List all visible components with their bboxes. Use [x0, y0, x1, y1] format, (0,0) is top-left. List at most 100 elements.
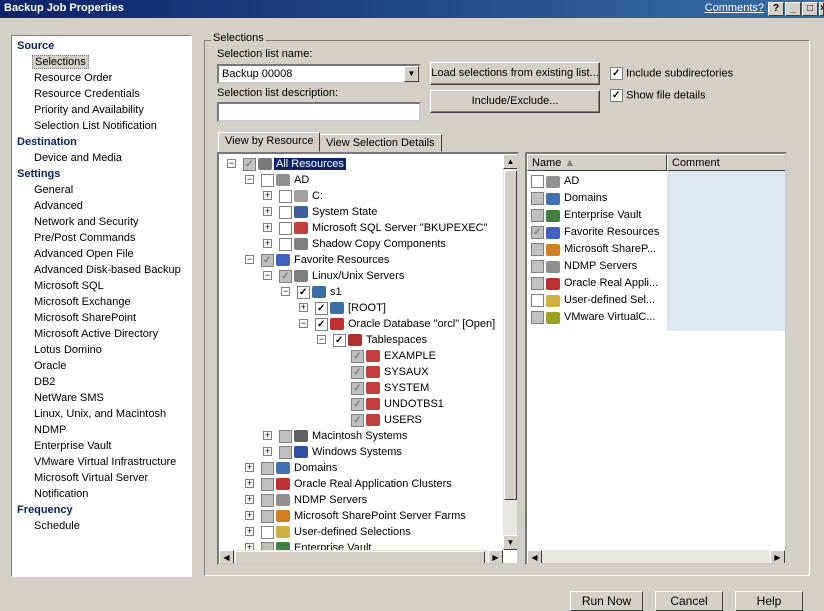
nav-item[interactable]: Resource Order — [12, 70, 191, 86]
tree-expand-icon[interactable]: + — [299, 303, 308, 312]
nav-item[interactable]: Microsoft SQL — [12, 278, 191, 294]
tree-node-checkbox[interactable] — [315, 301, 328, 315]
help-title-button[interactable]: ? — [768, 2, 784, 16]
tree-node[interactable]: UNDOTBS1 — [335, 396, 446, 412]
show-file-details-checkbox[interactable] — [610, 89, 623, 102]
tree-expand-icon[interactable]: + — [245, 479, 254, 488]
tree-node-checkbox[interactable] — [261, 253, 274, 267]
resource-list[interactable]: Name ▲ Comment AD Domains Enterprise Vault… — [525, 152, 787, 565]
tree-collapse-icon[interactable]: − — [317, 335, 326, 344]
nav-item[interactable]: Network and Security — [12, 214, 191, 230]
nav-item[interactable]: Priority and Availability — [12, 102, 191, 118]
list-row-checkbox[interactable] — [531, 192, 544, 205]
list-row[interactable]: Favorite Resources — [531, 224, 771, 241]
list-row[interactable]: Microsoft ShareP... — [531, 241, 771, 258]
list-description-input[interactable] — [217, 102, 421, 122]
nav-item[interactable]: General — [12, 182, 191, 198]
resource-tree[interactable]: − All Resources − AD + C: + System State + Micros… — [217, 152, 519, 565]
tree-node[interactable]: + NDMP Servers — [245, 492, 369, 508]
list-row-checkbox[interactable] — [531, 209, 544, 222]
tree-node[interactable]: − All Resources — [227, 156, 346, 172]
tree-node-checkbox[interactable] — [279, 237, 292, 251]
list-row[interactable]: Oracle Real Appli... — [531, 275, 771, 292]
list-name-combobox[interactable]: Backup 00008 — [217, 64, 421, 84]
tree-node[interactable]: + Microsoft SharePoint Server Farms — [245, 508, 468, 524]
help-button[interactable]: Help — [735, 591, 803, 611]
tree-node-checkbox[interactable] — [279, 269, 292, 283]
tree-node-checkbox[interactable] — [279, 429, 292, 443]
list-row[interactable]: VMware VirtualC... — [531, 309, 771, 326]
tree-node[interactable]: + Shadow Copy Components — [263, 236, 448, 252]
nav-item[interactable]: Advanced Disk-based Backup — [12, 262, 191, 278]
tree-node-checkbox[interactable] — [279, 445, 292, 459]
list-scroll-left-icon[interactable]: ◀ — [527, 550, 542, 563]
list-row-checkbox[interactable] — [531, 243, 544, 256]
tree-node-checkbox[interactable] — [279, 221, 292, 235]
tree-collapse-icon[interactable]: − — [227, 159, 236, 168]
tree-node-checkbox[interactable] — [315, 317, 328, 331]
tree-collapse-icon[interactable]: − — [245, 255, 254, 264]
tree-expand-icon[interactable]: + — [263, 431, 272, 440]
tree-expand-icon[interactable]: + — [263, 207, 272, 216]
tree-expand-icon[interactable]: + — [245, 511, 254, 520]
tree-node-checkbox[interactable] — [351, 397, 364, 411]
dropdown-arrow-icon[interactable]: ▼ — [404, 66, 419, 82]
tree-expand-icon[interactable]: + — [245, 463, 254, 472]
nav-item[interactable]: Microsoft Active Directory — [12, 326, 191, 342]
scroll-left-icon[interactable]: ◀ — [219, 550, 234, 563]
tree-node[interactable]: + [ROOT] — [299, 300, 388, 316]
scroll-down-icon[interactable]: ▼ — [503, 535, 517, 550]
run-now-button[interactable]: Run Now — [570, 591, 643, 611]
tree-node[interactable]: USERS — [335, 412, 424, 428]
tree-node-checkbox[interactable] — [279, 205, 292, 219]
tree-node-checkbox[interactable] — [261, 477, 274, 491]
column-header-comment[interactable]: Comment — [667, 154, 785, 171]
list-horizontal-scrollbar[interactable] — [527, 550, 785, 563]
tab-view-by-resource[interactable]: View by Resource — [218, 132, 321, 152]
tree-node[interactable]: SYSTEM — [335, 380, 431, 396]
tree-node[interactable]: − s1 — [281, 284, 344, 300]
include-exclude-button[interactable]: Include/Exclude... — [430, 90, 600, 113]
tree-collapse-icon[interactable]: − — [263, 271, 272, 280]
tree-expand-icon[interactable]: + — [263, 191, 272, 200]
list-row-checkbox[interactable] — [531, 260, 544, 273]
nav-item[interactable]: Advanced — [12, 198, 191, 214]
tree-expand-icon[interactable]: + — [263, 239, 272, 248]
nav-item[interactable]: Advanced Open File — [12, 246, 191, 262]
nav-item[interactable]: NDMP — [12, 422, 191, 438]
tree-expand-icon[interactable]: + — [263, 447, 272, 456]
nav-item[interactable]: Lotus Domino — [12, 342, 191, 358]
list-row-checkbox[interactable] — [531, 294, 544, 307]
tree-node[interactable]: − Favorite Resources — [245, 252, 391, 268]
nav-item[interactable]: VMware Virtual Infrastructure — [12, 454, 191, 470]
tree-node[interactable]: + Domains — [245, 460, 339, 476]
tree-expand-icon[interactable]: + — [263, 223, 272, 232]
tree-collapse-icon[interactable]: − — [299, 319, 308, 328]
comments-link[interactable]: Comments? — [705, 2, 764, 14]
scroll-up-icon[interactable]: ▲ — [503, 154, 517, 169]
nav-item[interactable]: Selections — [12, 54, 191, 70]
tree-node[interactable]: EXAMPLE — [335, 348, 438, 364]
tree-node-checkbox[interactable] — [279, 189, 292, 203]
tree-node[interactable]: + Oracle Real Application Clusters — [245, 476, 454, 492]
scroll-right-icon[interactable]: ▶ — [488, 550, 503, 563]
tree-node-checkbox[interactable] — [261, 173, 274, 187]
nav-item[interactable]: Schedule — [12, 518, 191, 534]
tree-collapse-icon[interactable]: − — [281, 287, 290, 296]
tree-node[interactable]: − Oracle Database "orcl" [Open] — [299, 316, 497, 332]
list-row[interactable]: Enterprise Vault — [531, 207, 771, 224]
list-scroll-right-icon[interactable]: ▶ — [770, 550, 785, 563]
tree-node-checkbox[interactable] — [261, 525, 274, 539]
tree-node[interactable]: SYSAUX — [335, 364, 431, 380]
tree-node-checkbox[interactable] — [261, 509, 274, 523]
include-subdirectories-checkbox[interactable] — [610, 67, 623, 80]
tree-node[interactable]: − AD — [245, 172, 311, 188]
tree-expand-icon[interactable]: + — [245, 495, 254, 504]
list-row-checkbox[interactable] — [531, 311, 544, 324]
nav-item[interactable]: NetWare SMS — [12, 390, 191, 406]
nav-item[interactable]: DB2 — [12, 374, 191, 390]
list-row-checkbox[interactable] — [531, 226, 544, 239]
tree-collapse-icon[interactable]: − — [245, 175, 254, 184]
list-row[interactable]: AD — [531, 173, 771, 190]
tree-node-checkbox[interactable] — [261, 461, 274, 475]
